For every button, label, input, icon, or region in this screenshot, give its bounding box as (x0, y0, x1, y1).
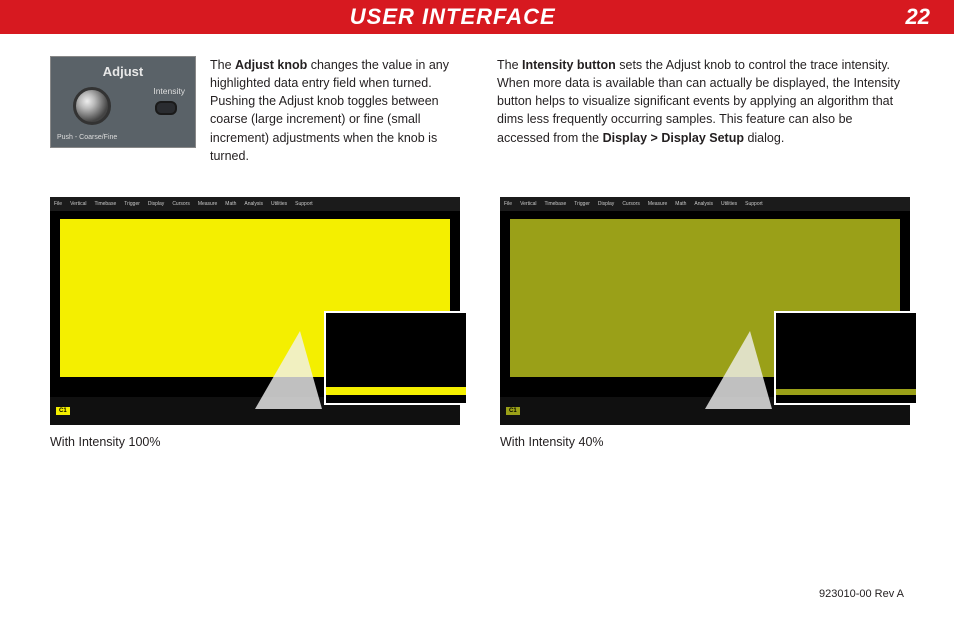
right-column: The Intensity button sets the Adjust kno… (497, 56, 904, 165)
content-columns: Adjust Intensity Push - Coarse/Fine The … (0, 34, 954, 165)
adjust-description: The Adjust knob changes the value in any… (210, 56, 457, 165)
menu-item: Trigger (574, 201, 590, 207)
menu-item: Trigger (124, 201, 140, 207)
menu-item: Utilities (721, 201, 737, 207)
menu-item: File (54, 201, 62, 207)
intensity-description: The Intensity button sets the Adjust kno… (497, 56, 904, 147)
bold-text: Display > Display Setup (603, 131, 744, 145)
zoom-inset-100 (324, 311, 468, 405)
scope-menu-bar: File Vertical Timebase Trigger Display C… (50, 197, 460, 211)
zoom-triangle-icon (255, 331, 322, 409)
intensity-label: Intensity (153, 85, 185, 97)
menu-item: Analysis (694, 201, 713, 207)
inset-waveform (326, 387, 466, 395)
channel-badge: C1 (56, 407, 70, 415)
text: The (497, 58, 522, 72)
text: changes the value in any highlighted dat… (210, 58, 449, 163)
menu-item: Measure (648, 201, 667, 207)
push-label: Push - Coarse/Fine (57, 133, 117, 143)
text: dialog. (744, 131, 784, 145)
zoom-triangle-icon (705, 331, 772, 409)
caption-100: With Intensity 100% (50, 435, 460, 449)
hardware-photo: Adjust Intensity Push - Coarse/Fine (50, 56, 196, 148)
adjust-knob-icon (73, 87, 111, 125)
menu-item: Timebase (94, 201, 116, 207)
bold-text: Intensity button (522, 58, 616, 72)
screenshots-row: File Vertical Timebase Trigger Display C… (0, 197, 954, 449)
menu-item: Timebase (544, 201, 566, 207)
menu-item: Utilities (271, 201, 287, 207)
menu-item: Math (675, 201, 686, 207)
menu-item: Cursors (172, 201, 190, 207)
channel-badge: C1 (506, 407, 520, 415)
header-bar: USER INTERFACE 22 (0, 0, 954, 34)
page-number: 22 (906, 4, 930, 30)
scope-block-40: File Vertical Timebase Trigger Display C… (500, 197, 910, 449)
scope-menu-bar: File Vertical Timebase Trigger Display C… (500, 197, 910, 211)
menu-item: Support (295, 201, 313, 207)
inset-waveform (776, 389, 916, 395)
adjust-label: Adjust (51, 63, 195, 82)
scope-screenshot-40: File Vertical Timebase Trigger Display C… (500, 197, 910, 425)
scope-block-100: File Vertical Timebase Trigger Display C… (50, 197, 460, 449)
footer-revision: 923010-00 Rev A (819, 588, 904, 600)
left-column: Adjust Intensity Push - Coarse/Fine The … (50, 56, 457, 165)
caption-40: With Intensity 40% (500, 435, 910, 449)
menu-item: Analysis (244, 201, 263, 207)
menu-item: Measure (198, 201, 217, 207)
menu-item: File (504, 201, 512, 207)
menu-item: Vertical (520, 201, 536, 207)
text: The (210, 58, 235, 72)
bold-text: Adjust knob (235, 58, 307, 72)
page-title: USER INTERFACE (0, 4, 906, 30)
zoom-inset-40 (774, 311, 918, 405)
menu-item: Math (225, 201, 236, 207)
scope-screenshot-100: File Vertical Timebase Trigger Display C… (50, 197, 460, 425)
menu-item: Support (745, 201, 763, 207)
menu-item: Display (598, 201, 614, 207)
menu-item: Display (148, 201, 164, 207)
intensity-button-icon (155, 101, 177, 115)
menu-item: Vertical (70, 201, 86, 207)
menu-item: Cursors (622, 201, 640, 207)
